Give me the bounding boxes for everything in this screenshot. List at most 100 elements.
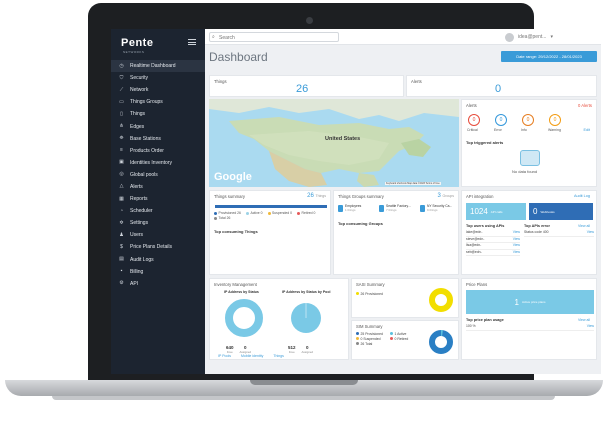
sidebar-item-security[interactable]: ⛉ Security (111, 72, 205, 84)
app-logo[interactable]: Pente (121, 37, 153, 49)
api-user-view-link[interactable]: View (513, 243, 520, 249)
settings-icon: ✲ (119, 219, 124, 226)
alerts-edit-link[interactable]: Edit (583, 128, 590, 132)
api-user-view-link[interactable]: View (513, 237, 520, 243)
sidebar-item-realtime-dashboard[interactable]: ◷ Realtime Dashboard (111, 60, 205, 73)
search-box[interactable]: ⌕ (209, 32, 339, 42)
alert-circle[interactable]: 0 (495, 114, 507, 126)
audit-log-link[interactable]: Audit Log (574, 194, 590, 198)
sidebar-item-scheduler[interactable]: ◔ Scheduler (111, 205, 205, 217)
legend-label: 0 Suspended (360, 336, 381, 341)
api-error-view-link[interactable]: View (587, 230, 594, 236)
sasi-legend: 26 Provisioned (356, 291, 386, 296)
top-api-users-title: Top users using APIs (466, 224, 505, 228)
google-logo: Google (214, 171, 252, 183)
price-plan-row: 100 % View (466, 324, 594, 331)
things-summary-card: Things summary 26 Things Provisioned 26 A… (209, 190, 331, 275)
inventory-link[interactable]: Mobile identity (241, 354, 263, 358)
map-label-country: United States (325, 136, 361, 142)
alerts-count: 0 (495, 83, 502, 95)
top-bar: ⌕ idea@pent... ▾ (205, 29, 601, 45)
donut-legend-label: Free (288, 350, 295, 354)
groups-summary-count: 3 Groups (437, 193, 455, 199)
sidebar-item-label: Things (130, 111, 146, 118)
sasi-donut[interactable] (426, 285, 456, 315)
sidebar-item-api[interactable]: ⚙ API (111, 278, 205, 290)
sidebar-item-global-pools[interactable]: ◎ Global pools (111, 169, 205, 181)
group-item[interactable]: NY Security Ca... 9 things (420, 204, 458, 212)
sidebar-item-label: Price Plans Details (130, 244, 172, 251)
things-summary-title: Things summary (214, 194, 245, 199)
group-item[interactable]: Seattle Factory... 7 things (379, 204, 417, 212)
api-user-view-link[interactable]: View (513, 250, 520, 256)
sidebar-item-things[interactable]: ▯ Things (111, 108, 205, 120)
alert-circle[interactable]: 0 (522, 114, 534, 126)
sidebar-item-edges[interactable]: ⋔ Edges (111, 120, 205, 132)
alert-circle[interactable]: 0 (549, 114, 561, 126)
globe-icon: ◎ (119, 171, 124, 178)
sidebar-item-label: Alerts (130, 183, 143, 190)
api-errors-view-all[interactable]: View all (578, 224, 590, 228)
sidebar-item-billing[interactable]: ▪ Billing (111, 266, 205, 278)
sim-legend: 25 Provisioned 1 Active 0 Suspended 0 Retir… (356, 331, 420, 346)
sidebar-item-label: Identities Inventory (130, 159, 172, 166)
search-input[interactable] (219, 34, 334, 41)
legend-dot (245, 211, 249, 215)
sidebar-item-label: Audit Logs (130, 256, 154, 263)
alert-circle[interactable]: 0 (468, 114, 480, 126)
group-count: 1 things (345, 208, 356, 212)
menu-toggle-icon[interactable] (188, 39, 196, 45)
sidebar-item-alerts[interactable]: △ Alerts (111, 181, 205, 193)
sidebar-item-label: Realtime Dashboard (130, 63, 176, 70)
api-user-row: seb@edn- View (466, 250, 520, 256)
api-users-list: lake@edn- View steve@edn- View lisa@edn- View… (466, 230, 520, 256)
api-calls-label: API calls (490, 209, 503, 214)
inventory-links: IP Pools Mobile identity Things (218, 354, 284, 358)
sidebar-item-audit-logs[interactable]: ▤ Audit Logs (111, 254, 205, 266)
group-item[interactable]: Employees 1 things (338, 204, 376, 212)
active-plans-banner[interactable]: 1 Active price plans (466, 290, 594, 314)
legend-dot (267, 211, 271, 215)
webhooks-box[interactable]: 0 Webhooks (529, 203, 593, 220)
sidebar-item-reports[interactable]: ▦ Reports (111, 193, 205, 205)
price-view-all[interactable]: View all (578, 318, 590, 322)
sidebar-item-network[interactable]: ⟋ Network (111, 84, 205, 96)
price-plan-view-link[interactable]: View (587, 324, 594, 330)
summary-legend-item: 26 Total (356, 341, 386, 346)
alerts-panel-count: 0 Alerts (578, 103, 592, 108)
alerts-card[interactable]: Alerts 0 (406, 75, 597, 97)
avatar (505, 32, 514, 42)
sidebar-item-settings[interactable]: ✲ Settings (111, 217, 205, 229)
sim-donut[interactable] (426, 327, 456, 357)
sidebar-item-price-plans-details[interactable]: $ Price Plans Details (111, 241, 205, 253)
api-calls-box[interactable]: 1024 API calls (466, 203, 526, 220)
dashboard-icon: ◷ (119, 62, 124, 69)
sidebar-item-products-order[interactable]: ≡ Products Order (111, 145, 205, 157)
group-count: 7 things (386, 208, 397, 212)
api-user-view-link[interactable]: View (513, 230, 520, 236)
legend-item: Retired 0 (297, 211, 315, 215)
sidebar-item-label: Users (130, 232, 144, 239)
top-groups-label: Top consuming Groups (338, 221, 383, 226)
sidebar-item-label: Network (130, 87, 149, 94)
map-panel[interactable]: United States Google Keyboard shortcuts … (209, 99, 459, 187)
inventory-link[interactable]: IP Pools (218, 354, 231, 358)
sidebar-item-things-groups[interactable]: ▭ Things Groups (111, 96, 205, 108)
sidebar-item-identities-inventory[interactable]: ▣ Identities Inventory (111, 157, 205, 169)
sidebar-item-label: Billing (130, 268, 144, 275)
things-card[interactable]: Things 26 (209, 75, 404, 97)
sidebar-item-users[interactable]: ♟ Users (111, 229, 205, 241)
id-icon: ▣ (119, 159, 124, 166)
donut1-ring[interactable] (225, 299, 263, 337)
legend-value: 26 (237, 211, 241, 215)
sasi-summary-card: SASI Summary 26 Provisioned (351, 278, 459, 318)
sidebar-item-base-stations[interactable]: ⛯ Base Stations (111, 133, 205, 145)
date-range-button[interactable]: Date range: 29/12/2022 - 28/01/2023 (501, 51, 597, 62)
legend-dot (390, 337, 393, 340)
legend-item: Active 0 (245, 211, 263, 215)
legend-label: 26 Provisioned (360, 291, 383, 296)
no-data-text: No data found (512, 169, 538, 174)
legend-dot (356, 337, 359, 340)
inventory-link[interactable]: Things (273, 354, 284, 358)
user-menu[interactable]: idea@pent... ▾ (505, 32, 595, 42)
